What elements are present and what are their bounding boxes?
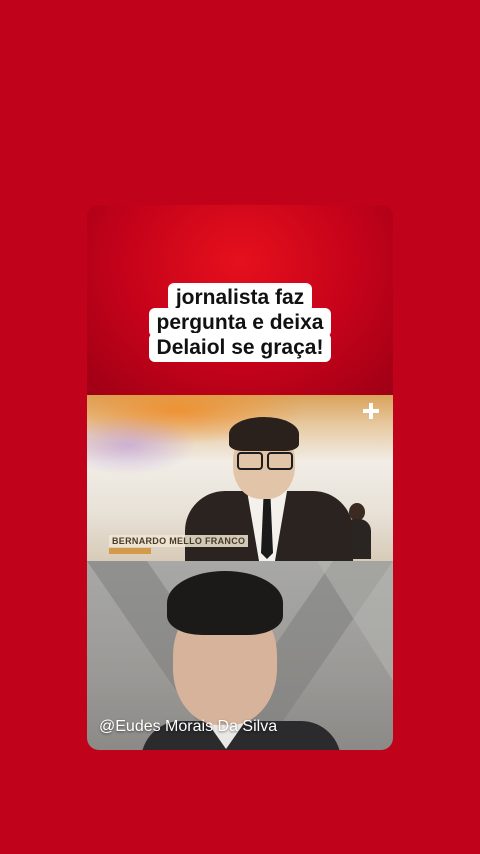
caption: jornalista faz pergunta e deixa Delaiol …: [87, 283, 393, 362]
video-card[interactable]: jornalista faz pergunta e deixa Delaiol …: [87, 205, 393, 750]
lower-third-bar: [109, 548, 151, 554]
watermark-handle: @Eudes Morais Da Silva: [99, 718, 278, 735]
glasses-icon: [237, 452, 293, 470]
studio-light-secondary: [87, 415, 197, 475]
channel-logo: [363, 403, 379, 419]
tv-channel-cross-icon: [363, 403, 379, 419]
video-frame-top: BERNARDO MELLO FRANCO: [87, 395, 393, 561]
man-hair: [167, 571, 283, 635]
caption-line-3: Delaiol se graça!: [148, 333, 332, 362]
caption-band: jornalista faz pergunta e deixa Delaiol …: [87, 205, 393, 395]
video-frame-bottom: @Eudes Morais Da Silva: [87, 561, 393, 750]
journalist-hair: [229, 417, 299, 451]
lower-third-name: BERNARDO MELLO FRANCO: [109, 535, 249, 547]
